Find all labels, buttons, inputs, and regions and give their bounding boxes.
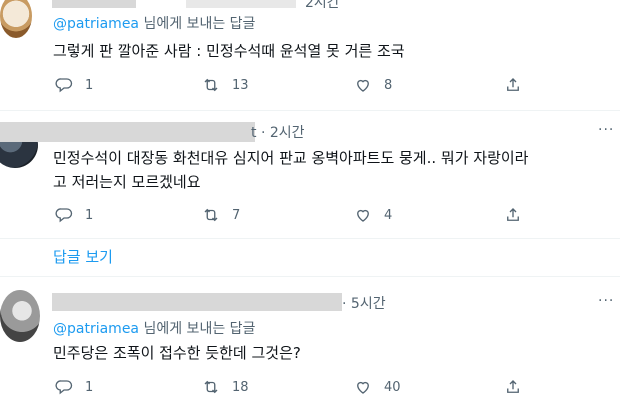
like-button[interactable]: 8 [354, 76, 392, 94]
like-count: 8 [384, 77, 393, 93]
redacted-name [0, 122, 255, 142]
heart-icon [357, 381, 369, 394]
heart-icon [357, 79, 369, 92]
heart-icon [357, 209, 369, 222]
like-button[interactable]: 40 [354, 378, 401, 396]
time-text[interactable]: 5시간 [351, 296, 386, 312]
reply-icon [55, 380, 73, 395]
more-icon[interactable]: ··· [598, 0, 614, 8]
dot-separator: · [260, 125, 266, 141]
reply-count: 1 [85, 379, 94, 395]
more-icon[interactable]: ··· [598, 293, 614, 309]
reply-to-line: @patriamea 님에게 보내는 답글 [53, 318, 255, 340]
show-replies-link[interactable]: 답글 보기 [53, 246, 113, 268]
share-button[interactable] [504, 206, 522, 228]
retweet-button[interactable]: 7 [202, 206, 240, 224]
tweet-time[interactable]: t · 2시간 [251, 122, 305, 142]
avatar[interactable] [0, 0, 32, 38]
time-text[interactable]: 2시간 [305, 0, 340, 11]
like-count: 4 [384, 207, 393, 223]
tweet-text-line-2: 고 저러는지 모르겠네요 [53, 173, 201, 191]
reply-to-suffix: 님에게 보내는 답글 [143, 321, 256, 337]
share-button[interactable] [504, 76, 522, 98]
retweet-count: 18 [232, 379, 249, 395]
share-icon [507, 380, 519, 393]
time-text[interactable]: 2시간 [270, 125, 305, 141]
redacted-handle [186, 0, 296, 8]
reply-count: 1 [85, 77, 94, 93]
reply-to-handle[interactable]: @patriamea [53, 16, 139, 32]
like-button[interactable]: 4 [354, 206, 392, 224]
reply-to-handle[interactable]: @patriamea [53, 321, 139, 337]
reply-icon [55, 208, 73, 223]
handle-tail: t [251, 125, 257, 141]
like-count: 40 [384, 379, 401, 395]
retweet-icon [204, 208, 218, 222]
dot-separator: · [342, 296, 347, 312]
reply-button[interactable]: 1 [55, 206, 93, 224]
redacted-name [52, 0, 136, 8]
share-icon [507, 208, 519, 221]
retweet-button[interactable]: 18 [202, 378, 249, 396]
tweet-text: 민주당은 조폭이 접수한 듯한데 그것은? [53, 344, 301, 362]
retweet-button[interactable]: 13 [202, 76, 249, 94]
avatar[interactable] [0, 290, 40, 342]
reply-button[interactable]: 1 [55, 378, 93, 396]
reply-count: 1 [85, 207, 94, 223]
tweet-time[interactable]: 2시간 [305, 0, 340, 12]
retweet-icon [204, 78, 218, 92]
reply-to-line: @patriamea 님에게 보내는 답글 [53, 13, 255, 35]
more-icon[interactable]: ··· [598, 122, 614, 138]
reply-icon [55, 78, 73, 93]
tweet-text: 그렇게 판 깔아준 사람 : 민정수석때 윤석열 못 거른 조국 [53, 42, 405, 60]
tweet-text-line-1: 민정수석이 대장동 화천대유 심지어 판교 옹벽아파트도 뭉게.. 뭐가 자랑이… [53, 149, 529, 167]
divider [0, 276, 620, 277]
retweet-count: 7 [232, 207, 241, 223]
divider [0, 238, 620, 239]
retweet-icon [204, 380, 218, 394]
share-icon [507, 78, 519, 91]
share-button[interactable] [504, 378, 522, 400]
reply-to-suffix: 님에게 보내는 답글 [143, 16, 256, 32]
divider [0, 110, 620, 111]
tweet-time[interactable]: · 5시간 [342, 293, 386, 313]
redacted-name [52, 293, 342, 311]
retweet-count: 13 [232, 77, 249, 93]
reply-button[interactable]: 1 [55, 76, 93, 94]
